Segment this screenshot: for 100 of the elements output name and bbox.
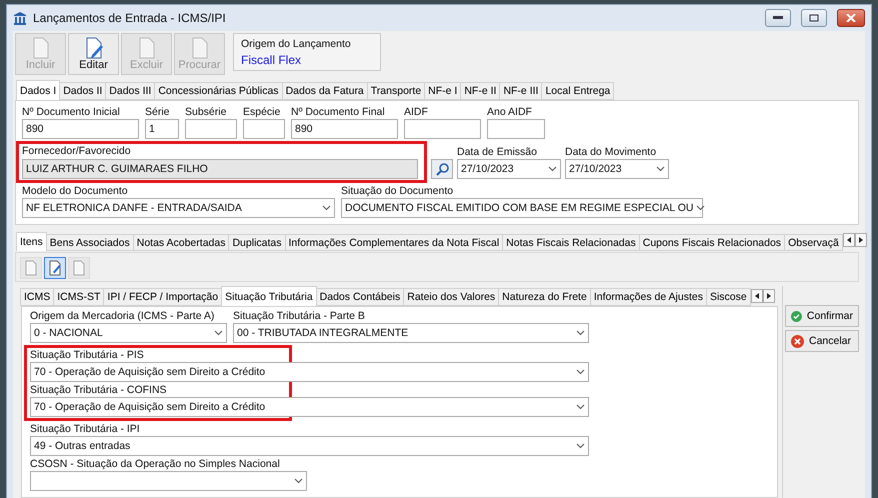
close-icon [846,14,856,22]
tab[interactable]: Bens Associados [46,234,134,251]
tab[interactable]: Transporte [366,82,426,100]
input-field[interactable]: 890 [291,119,398,139]
tab[interactable]: Duplicatas [228,234,286,251]
field-label: Origem da Mercadoria (ICMS - Parte A) [30,310,216,322]
scroll-left-button[interactable] [842,233,855,247]
dropdown-field[interactable]: 00 - TRIBUTADA INTEGRALMENTE [233,323,589,343]
window-title: Lançamentos de Entrada - ICMS/IPI [33,11,227,25]
input-field[interactable]: 1 [145,119,179,139]
cancel-button[interactable]: Cancelar [785,330,859,352]
toolbar-button[interactable] [44,257,66,279]
chevron-down-icon [294,478,303,484]
field-label: Ano AIDF [487,106,533,118]
minimize-button[interactable] [765,9,791,27]
dropdown-field[interactable]: 27/10/2023 [565,159,669,179]
tab[interactable]: Dados I [16,80,60,100]
origin-label: Origem do Lançamento [241,38,352,50]
tab[interactable]: Dados II [59,82,106,100]
tab[interactable]: Natureza do Frete [498,288,591,306]
scroll-left-button[interactable] [750,289,763,303]
tab[interactable]: Dados da Fatura [282,82,368,100]
field-label: Situação Tributária - Parte B [233,310,366,322]
document-icon [190,37,210,59]
right-arrow-icon [766,293,771,299]
scroll-right-button[interactable] [762,289,775,303]
field-label: Espécie [243,106,282,118]
tab[interactable]: NF-e III [499,82,542,100]
tab[interactable]: NF-e I [424,82,462,100]
tab[interactable]: Situação Tributária [221,286,317,306]
field-label: Situação Tributária - COFINS [30,384,168,396]
field-label: Nº Documento Final [291,106,386,118]
chevron-down-icon [214,330,223,336]
field-label: Situação Tributária - IPI [30,423,141,435]
chevron-down-icon [576,404,585,410]
dropdown-field[interactable]: 70 - Operação de Aquisição sem Direito a Crédito [30,397,589,417]
document-icon [30,37,50,59]
toolbar-button[interactable]: Editar [68,33,119,75]
document-icon [48,260,62,276]
dropdown-field[interactable] [30,471,307,491]
field-label: Subsérie [185,106,228,118]
input-field[interactable] [487,119,545,139]
dropdown-field[interactable]: NF ELETRONICA DANFE - ENTRADA/SAIDA [22,198,335,218]
field-label: Fornecedor/Favorecido [22,145,132,157]
chevron-down-icon [548,166,557,172]
tab[interactable]: Dados Contábeis [316,288,404,306]
maximize-button[interactable] [801,9,827,27]
tab[interactable]: Informações de Ajustes [590,288,707,306]
input-field[interactable] [404,119,481,139]
tab[interactable]: IPI / FECP / Importação [103,288,222,306]
tab[interactable]: Notas Fiscais Relacionadas [502,234,640,251]
chevron-down-icon [656,166,665,172]
close-button[interactable] [837,9,865,27]
dropdown-field[interactable]: 0 - NACIONAL [30,323,227,343]
document-icon [24,260,38,276]
input-field[interactable] [243,119,285,139]
field-label: Data de Emissão [457,146,538,158]
tab[interactable]: ICMS [20,288,54,306]
input-field[interactable] [185,119,237,139]
search-button[interactable] [431,159,453,179]
chevron-down-icon [696,205,704,211]
maximize-icon [809,14,819,22]
tab[interactable]: Siscose [706,288,751,306]
field-label: AIDF [404,106,429,118]
tab[interactable]: Informações Complementares da Nota Fiscal [284,234,504,251]
tab[interactable]: Concessionárias Públicas [154,82,283,100]
app-icon [13,11,27,25]
tab[interactable]: Rateio dos Valores [403,288,500,306]
input-field[interactable]: LUIZ ARTHUR C. GUIMARAES FILHO [22,159,418,179]
tab[interactable]: Notas Acobertadas [132,234,230,251]
input-field[interactable]: 890 [22,119,139,139]
tab[interactable]: Dados III [105,82,156,100]
tab[interactable]: Observaçã [784,234,843,251]
minimize-icon [773,16,783,20]
field-label: Data do Movimento [565,146,658,158]
scroll-right-button[interactable] [854,233,867,247]
confirm-button[interactable]: Confirmar [785,305,859,327]
dropdown-field[interactable]: 70 - Operação de Aquisição sem Direito a Crédito [30,362,589,382]
tab[interactable]: NF-e II [460,82,500,100]
dropdown-field[interactable]: 49 - Outras entradas [30,436,589,456]
tab[interactable]: ICMS-ST [53,288,104,306]
document-icon [72,260,86,276]
tab[interactable]: Local Entrega [541,82,614,100]
dropdown-field[interactable]: 27/10/2023 [457,159,561,179]
right-arrow-icon [858,237,863,243]
dropdown-field[interactable]: DOCUMENTO FISCAL EMITIDO COM BASE EM REGIME ESPECIAL OU [341,198,703,218]
tab[interactable]: Itens [16,232,47,251]
document-icon [136,37,156,59]
left-arrow-icon [754,293,759,299]
tab[interactable]: Cupons Fiscais Relacionados [638,234,786,251]
field-label: Série [145,106,171,118]
origin-value: Fiscall Flex [241,53,302,67]
pencil-document-icon [84,37,104,59]
left-arrow-icon [846,237,851,243]
field-label: Modelo do Documento [22,185,129,197]
chevron-down-icon [576,369,585,375]
close-icon [791,334,804,348]
check-icon [791,310,802,322]
field-label: Situação do Documento [341,185,454,197]
field-label: CSOSN - Situação da Operação no Simples Nacional [30,458,281,470]
